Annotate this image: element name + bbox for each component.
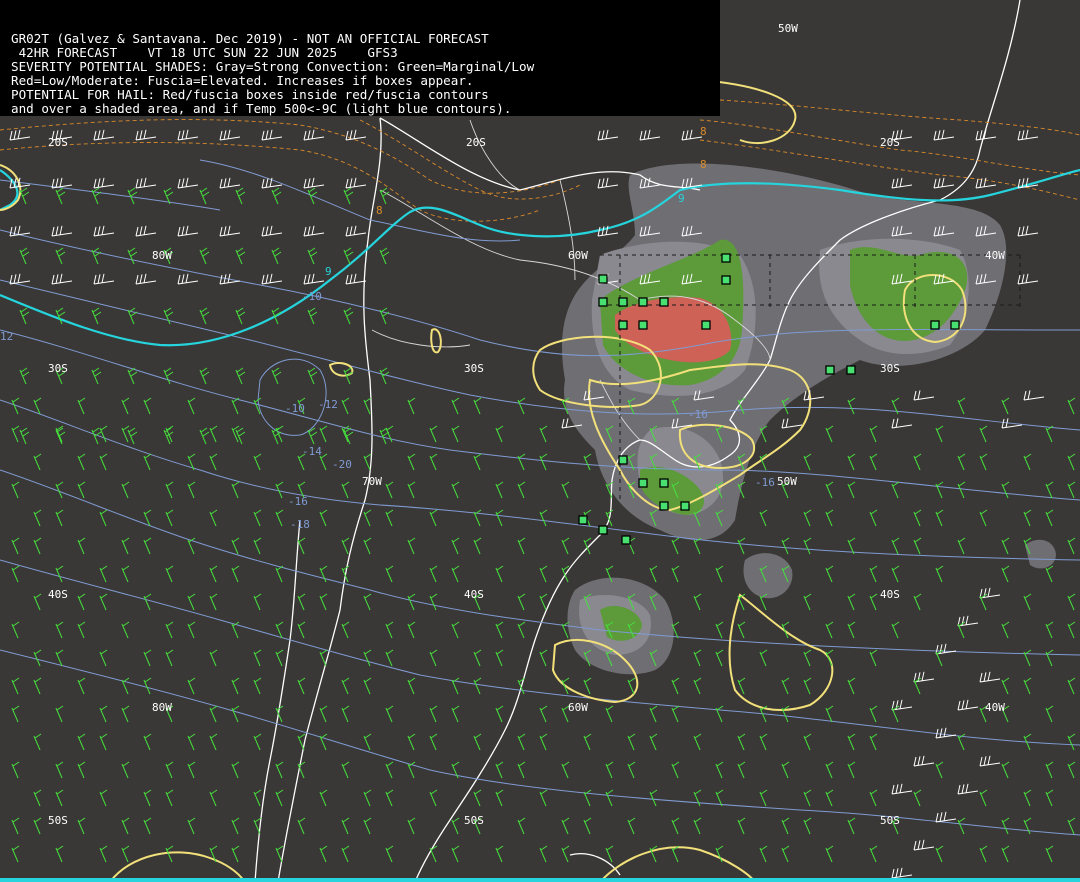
hail-box (950, 320, 960, 330)
lon-label: 50W (777, 475, 797, 488)
lat-label: 20S (466, 136, 486, 149)
cyan-contour-label: 9 (325, 265, 332, 278)
hail-box (598, 274, 608, 284)
weather-map: -10 12 -10 -12 -14 -20 -16 -18 -16 -16 9… (0, 0, 1080, 882)
temp500-label: -10 (285, 402, 305, 415)
hail-box (598, 525, 608, 535)
temp500-label: -14 (302, 445, 322, 458)
hail-box (621, 535, 631, 545)
hail-box (638, 478, 648, 488)
temp500-label: -12 (318, 398, 338, 411)
hail-box (618, 297, 628, 307)
hail-box (618, 320, 628, 330)
orange-contour-label: 8 (700, 125, 707, 138)
bottom-cyan-bar (0, 878, 1080, 882)
header-line-4: Red=Low/Moderate: Fuscia=Elevated. Incre… (11, 72, 474, 88)
hail-box (701, 320, 711, 330)
cyan-contour-label: 9 (678, 192, 685, 205)
lon-label: 70W (362, 475, 382, 488)
orange-contour-label: 8 (700, 158, 707, 171)
header-line-6: and over a shaded area, and if Temp 500<… (11, 100, 512, 116)
lat-label: 40S (48, 588, 68, 601)
lon-label: 50W (778, 22, 798, 35)
temp500-label: -16 (755, 476, 775, 489)
header-line-3: SEVERITY POTENTIAL SHADES: Gray=Strong C… (11, 58, 535, 74)
header-line-1: GR02T (Galvez & Santavana. Dec 2019) - N… (11, 31, 489, 46)
lon-label: 40W (985, 249, 1005, 262)
hail-box (638, 297, 648, 307)
lat-label: 40S (464, 588, 484, 601)
header-line-2: 42HR FORECAST VT 18 UTC SUN 22 JUN 2025 … (11, 44, 398, 60)
orange-contour-label: 8 (376, 204, 383, 217)
map-background (0, 0, 1080, 882)
header-line-5: POTENTIAL FOR HAIL: Red/fuscia boxes ins… (11, 86, 489, 102)
lon-label: 60W (568, 249, 588, 262)
lat-label: 50S (880, 814, 900, 827)
temp500-label: -16 (688, 408, 708, 421)
temp500-label: -18 (290, 518, 310, 531)
temp500-label: -20 (332, 458, 352, 471)
hail-box (659, 297, 669, 307)
lon-label: 80W (152, 701, 172, 714)
hail-box (659, 501, 669, 511)
hail-box (721, 253, 731, 263)
hail-box (930, 320, 940, 330)
hail-box (578, 515, 588, 525)
lon-label: 40W (985, 701, 1005, 714)
lat-label: 30S (880, 362, 900, 375)
lat-label: 20S (880, 136, 900, 149)
lat-label: 30S (464, 362, 484, 375)
temp500-label: -10 (302, 290, 322, 303)
forecast-header: GR02T (Galvez & Santavana. Dec 2019) - N… (0, 0, 720, 116)
lat-label: 50S (48, 814, 68, 827)
hail-box (638, 320, 648, 330)
temp500-label: -16 (288, 495, 308, 508)
lat-label: 20S (48, 136, 68, 149)
lat-label: 40S (880, 588, 900, 601)
lon-label: 60W (568, 701, 588, 714)
hail-box (721, 275, 731, 285)
hail-box (598, 297, 608, 307)
forecast-map-stage: -10 12 -10 -12 -14 -20 -16 -18 -16 -16 9… (0, 0, 1080, 882)
lon-label: 80W (152, 249, 172, 262)
hail-box (825, 365, 835, 375)
hail-box (680, 501, 690, 511)
hail-box (659, 478, 669, 488)
hail-box (618, 455, 628, 465)
temp500-label: 12 (0, 330, 13, 343)
lat-label: 50S (464, 814, 484, 827)
lat-label: 30S (48, 362, 68, 375)
hail-box (846, 365, 856, 375)
